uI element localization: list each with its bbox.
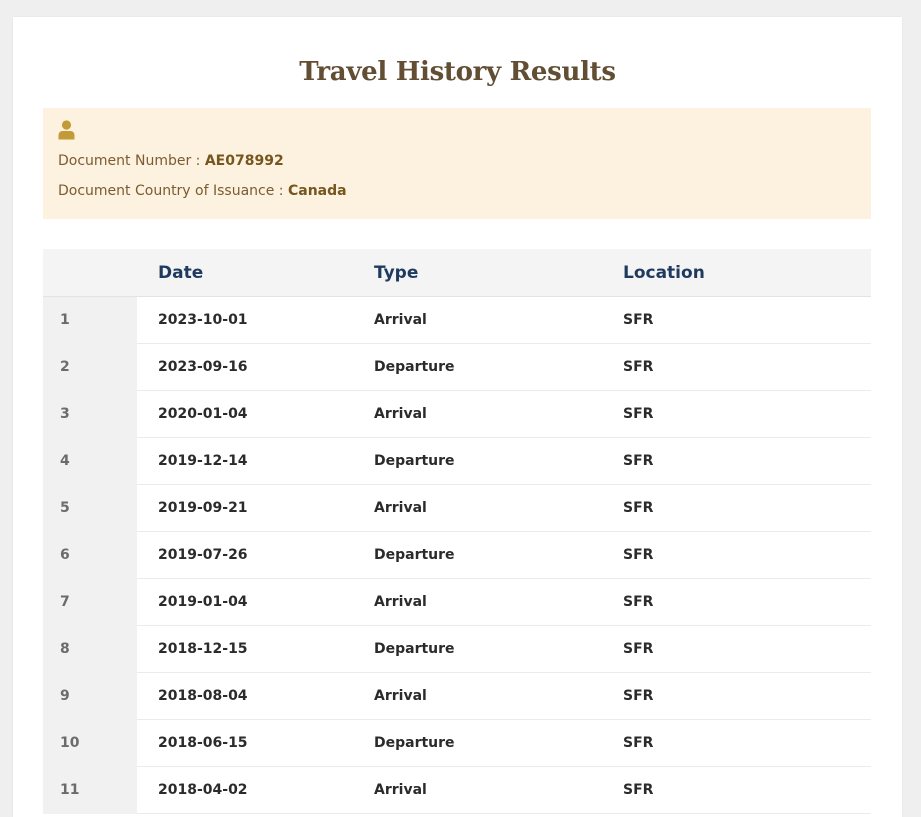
table-row: 8 2018-12-15 Departure SFR xyxy=(43,625,871,673)
row-type: Arrival xyxy=(353,484,602,532)
row-type: Departure xyxy=(353,437,602,485)
table-row: 5 2019-09-21 Arrival SFR xyxy=(43,484,871,532)
row-type: Departure xyxy=(353,625,602,673)
row-date: 2018-06-15 xyxy=(137,719,353,767)
row-type: Departure xyxy=(353,343,602,391)
table-row: 10 2018-06-15 Departure SFR xyxy=(43,719,871,767)
row-location: SFR xyxy=(602,390,871,438)
table-row: 1 2023-10-01 Arrival SFR xyxy=(43,296,871,344)
row-date: 2019-12-14 xyxy=(137,437,353,485)
row-location: SFR xyxy=(602,719,871,767)
row-index: 8 xyxy=(43,625,137,673)
row-index: 9 xyxy=(43,672,137,720)
row-location: SFR xyxy=(602,437,871,485)
row-index: 1 xyxy=(43,296,137,344)
location-column-header[interactable]: Location xyxy=(602,249,871,297)
row-location: SFR xyxy=(602,484,871,532)
row-type: Arrival xyxy=(353,766,602,814)
row-type: Departure xyxy=(353,531,602,579)
row-index: 7 xyxy=(43,578,137,626)
document-country: Document Country of Issuance : Canada xyxy=(58,183,347,199)
travel-history-table: Date Type Location 1 2023-10-01 Arrival … xyxy=(43,249,871,814)
row-index: 3 xyxy=(43,390,137,438)
row-date: 2018-04-02 xyxy=(137,766,353,814)
results-page: Travel History Results Document Number :… xyxy=(13,17,902,817)
document-country-value: Canada xyxy=(287,183,347,199)
row-index: 2 xyxy=(43,343,137,391)
table-header-row: Date Type Location xyxy=(43,249,871,297)
row-index: 6 xyxy=(43,531,137,579)
row-type: Arrival xyxy=(353,390,602,438)
row-type: Arrival xyxy=(353,296,602,344)
table-row: 9 2018-08-04 Arrival SFR xyxy=(43,672,871,720)
date-column-header[interactable]: Date xyxy=(137,249,353,297)
row-date: 2018-08-04 xyxy=(137,672,353,720)
row-index: 10 xyxy=(43,719,137,767)
row-index: 4 xyxy=(43,437,137,485)
row-location: SFR xyxy=(602,766,871,814)
row-index: 5 xyxy=(43,484,137,532)
page-title: Travel History Results xyxy=(299,57,616,87)
row-type: Arrival xyxy=(353,578,602,626)
row-location: SFR xyxy=(602,672,871,720)
row-type: Arrival xyxy=(353,672,602,720)
table-row: 6 2019-07-26 Departure SFR xyxy=(43,531,871,579)
index-column-header xyxy=(43,249,137,297)
row-type: Departure xyxy=(353,719,602,767)
row-location: SFR xyxy=(602,343,871,391)
document-info-panel: Document Number : AE078992 Document Coun… xyxy=(43,108,871,219)
row-index: 11 xyxy=(43,766,137,814)
user-icon xyxy=(58,120,75,140)
table-row: 4 2019-12-14 Departure SFR xyxy=(43,437,871,485)
row-location: SFR xyxy=(602,531,871,579)
document-number-value: AE078992 xyxy=(204,153,284,169)
row-date: 2018-12-15 xyxy=(137,625,353,673)
row-location: SFR xyxy=(602,625,871,673)
document-number: Document Number : AE078992 xyxy=(58,153,284,169)
row-location: SFR xyxy=(602,578,871,626)
row-date: 2019-01-04 xyxy=(137,578,353,626)
table-row: 7 2019-01-04 Arrival SFR xyxy=(43,578,871,626)
document-number-label: Document Number : xyxy=(58,153,205,169)
row-date: 2023-09-16 xyxy=(137,343,353,391)
row-date: 2020-01-04 xyxy=(137,390,353,438)
type-column-header[interactable]: Type xyxy=(353,249,602,297)
row-date: 2023-10-01 xyxy=(137,296,353,344)
row-date: 2019-07-26 xyxy=(137,531,353,579)
row-location: SFR xyxy=(602,296,871,344)
table-row: 11 2018-04-02 Arrival SFR xyxy=(43,766,871,814)
table-row: 3 2020-01-04 Arrival SFR xyxy=(43,390,871,438)
document-country-label: Document Country of Issuance : xyxy=(58,183,288,199)
table-row: 2 2023-09-16 Departure SFR xyxy=(43,343,871,391)
row-date: 2019-09-21 xyxy=(137,484,353,532)
